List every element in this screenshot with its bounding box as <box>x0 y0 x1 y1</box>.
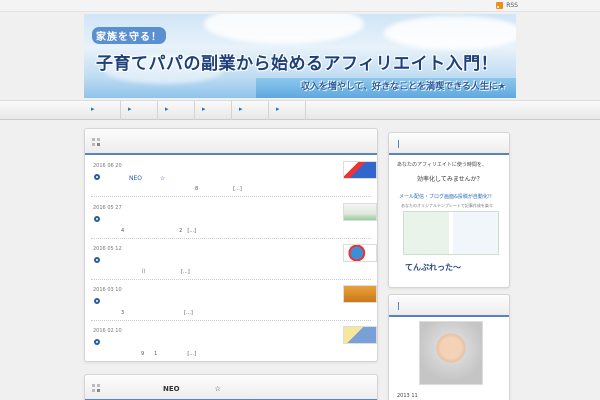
post-date: 2016 02 10 <box>93 328 122 334</box>
panel-title[interactable]: NEO ☆ <box>163 384 221 394</box>
post-date: 2016 03 10 <box>93 287 122 293</box>
ad-widget: あなたのアフィリエイトに使う時間を、 効率化してみませんか？ メール配信・ブログ… <box>388 132 510 288</box>
post-date: 2016 06 20 <box>93 163 122 169</box>
grid-icon <box>92 384 100 392</box>
list-item[interactable]: 2016 05 27 4 2 [...] <box>91 199 377 239</box>
ad-line-4: あなたのオリジナルテンプレートで記事作成を楽々 <box>401 203 493 208</box>
ad-line-3: メール配信・ブログ画面&投稿が自動化!! <box>399 194 492 200</box>
cloud-decoration <box>384 16 516 50</box>
post-excerpt: （） [...] <box>121 269 190 275</box>
post-date: 2016 05 27 <box>93 205 122 211</box>
screenshot-image <box>403 211 499 255</box>
widget-header <box>389 133 509 155</box>
site-title[interactable]: 子育てパパの副業から始めるアフィリエイト入門！ <box>96 49 498 74</box>
rss-label: RSS <box>506 2 518 9</box>
post-thumbnail[interactable] <box>343 244 377 262</box>
banner-tagline: 家族を守る！ <box>92 27 166 44</box>
post-title[interactable]: NEO ☆ <box>129 173 165 182</box>
header-marker <box>398 302 399 310</box>
list-item[interactable]: 2016 03 10 3 [...] <box>91 281 377 321</box>
main-nav <box>0 100 600 120</box>
bullet-icon <box>94 257 100 263</box>
nav-item[interactable] <box>232 101 269 120</box>
post-excerpt: 3 [...] <box>121 310 193 316</box>
panel-header <box>85 129 377 155</box>
list-item[interactable]: 2016 02 10 9 1 [...] <box>91 322 377 362</box>
post-thumbnail[interactable] <box>343 203 377 221</box>
post-thumbnail[interactable] <box>343 161 377 179</box>
bullet-icon <box>94 339 100 345</box>
widget-header <box>389 295 509 317</box>
site-subtitle: 収入を増やして、好きなことを満喫できる人生に★ <box>300 82 506 92</box>
top-bar: RSS <box>0 0 600 12</box>
header-banner[interactable]: 家族を守る！ 子育てパパの副業から始めるアフィリエイト入門！ 収入を増やして、好… <box>84 14 516 98</box>
profile-photo <box>419 321 483 385</box>
ad-logo: てんぷれった〜 <box>405 263 461 272</box>
post-thumbnail[interactable] <box>343 285 377 303</box>
nav-item[interactable] <box>121 101 158 120</box>
nav-item[interactable] <box>269 101 306 120</box>
bullet-icon <box>94 298 100 304</box>
featured-panel: NEO ☆ <box>84 374 378 400</box>
header-marker <box>398 140 399 148</box>
profile-date: 2013 11 <box>397 393 418 399</box>
nav-item[interactable] <box>84 101 121 120</box>
list-item[interactable]: 2016 05 12 （） [...] <box>91 240 377 280</box>
cloud-decoration <box>204 14 364 44</box>
post-thumbnail[interactable] <box>343 326 377 344</box>
grid-icon <box>92 138 100 146</box>
list-item[interactable]: 2016 06 20 NEO ☆ 8 [...] <box>91 157 377 197</box>
rss-link[interactable]: RSS <box>496 2 518 9</box>
post-date: 2016 05 12 <box>93 246 122 252</box>
bullet-icon <box>94 174 100 180</box>
recent-posts-panel: 2016 06 20 NEO ☆ 8 [...] 2016 05 27 4 2 … <box>84 128 378 362</box>
profile-widget: 2013 11 <box>388 294 510 400</box>
nav-item[interactable] <box>158 101 195 120</box>
rss-icon <box>496 2 504 9</box>
bullet-icon <box>94 216 100 222</box>
post-excerpt: 4 2 [...] <box>121 228 197 234</box>
ad-line-2: 効率化してみませんか？ <box>417 176 483 183</box>
ad-banner[interactable]: あなたのアフィリエイトに使う時間を、 効率化してみませんか？ メール配信・ブログ… <box>395 159 505 283</box>
post-excerpt: 8 [...] <box>195 186 242 192</box>
panel-header: NEO ☆ <box>85 375 377 400</box>
ad-line-1: あなたのアフィリエイトに使う時間を、 <box>397 162 487 168</box>
nav-item[interactable] <box>195 101 232 120</box>
post-excerpt: 9 1 [...] <box>121 351 197 357</box>
